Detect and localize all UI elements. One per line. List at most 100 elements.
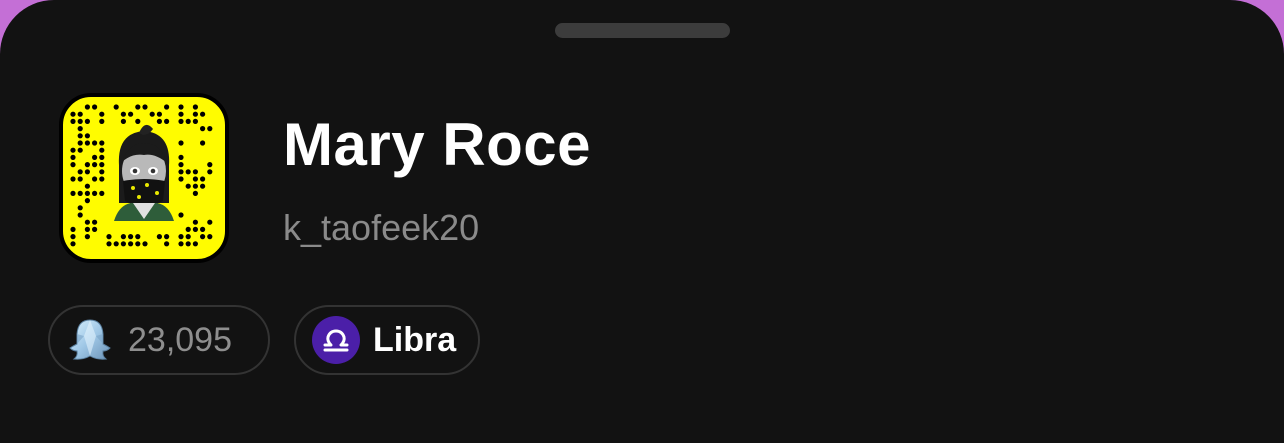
snapcode-dot (185, 234, 191, 240)
snapcode-dot (84, 104, 90, 110)
snapcode-dot (92, 162, 98, 168)
snapcode-dot (84, 219, 90, 225)
snapcode-dot (113, 241, 119, 247)
snapcode-dot (99, 118, 105, 124)
snapcode-dot (192, 219, 198, 225)
snapcode-dot (192, 111, 198, 117)
snapcode-dot (192, 241, 198, 247)
snapcode-dot (185, 183, 191, 189)
snapcode-dot (70, 162, 76, 168)
snapcode-dot (70, 226, 76, 232)
snapcode-dot (84, 162, 90, 168)
snapcode-dot (77, 169, 83, 175)
snap-score-value: 23,095 (128, 320, 232, 359)
snapcode-dot (77, 140, 83, 146)
snapcode-dot (106, 241, 112, 247)
snapcode-dot (142, 241, 148, 247)
profile-username[interactable]: k_taofeek20 (283, 207, 479, 249)
snapcode-dot (99, 140, 105, 146)
snapcode-dot (149, 111, 155, 117)
snapcode-dot (92, 219, 98, 225)
snapcode-dot (99, 162, 105, 168)
snapcode-dot (99, 111, 105, 117)
snapcode-dot (135, 241, 141, 247)
snap-score-badge[interactable]: 23,095 (48, 305, 270, 375)
snapcode-dot (200, 111, 206, 117)
snapcode-dot (135, 234, 141, 240)
snapcode-dot (178, 162, 184, 168)
snapcode-dot (128, 241, 134, 247)
sheet-grabber-handle[interactable] (555, 23, 730, 38)
snapcode-dot (185, 226, 191, 232)
snapcode-dot (99, 147, 105, 153)
snapcode-dot (84, 234, 90, 240)
snapcode-dot (156, 118, 162, 124)
snapcode-dot (185, 169, 191, 175)
zodiac-badge[interactable]: Libra (294, 305, 480, 375)
snapcode-dot (70, 176, 76, 182)
snapcode-dot (77, 212, 83, 218)
snapcode-dot (164, 104, 170, 110)
snapcode-dot (84, 198, 90, 204)
snapcode-dot (92, 104, 98, 110)
snapcode-dot (77, 176, 83, 182)
snapcode-dot (135, 104, 141, 110)
snapcode-dot (70, 147, 76, 153)
snapcode-dot (84, 169, 90, 175)
snapcode-dot (164, 234, 170, 240)
profile-sheet: Mary Roce k_taofeek20 23,095 Libra (0, 0, 1284, 443)
snapcode-dot (178, 111, 184, 117)
snapcode-dot (192, 104, 198, 110)
snapcode-dot (178, 140, 184, 146)
snapcode-dot (70, 118, 76, 124)
snapcode-dot (178, 241, 184, 247)
snapcode-dot (192, 118, 198, 124)
snapcode-dot (135, 118, 141, 124)
snapcode-dot (192, 176, 198, 182)
snapcode-dot (164, 118, 170, 124)
snapcode-dot (113, 104, 119, 110)
snapcode-dot (207, 219, 213, 225)
snapcode-dot (178, 154, 184, 160)
snapcode-dot (70, 111, 76, 117)
snapcode-bitmoji-icon[interactable] (59, 93, 229, 263)
profile-display-name: Mary Roce (283, 111, 591, 178)
snapcode-dot (92, 226, 98, 232)
snapcode-dot (92, 176, 98, 182)
snapcode-dot (178, 212, 184, 218)
snapcode-dot (200, 126, 206, 132)
snapcode-dot (84, 183, 90, 189)
snapcode-dot (92, 154, 98, 160)
snapcode-dot (164, 241, 170, 247)
snap-score-ghost-icon (66, 316, 114, 364)
snapcode-dot (99, 176, 105, 182)
snapcode-dot (185, 241, 191, 247)
snapcode-dot (84, 190, 90, 196)
snapcode-dot (92, 140, 98, 146)
snapcode-dot (84, 133, 90, 139)
zodiac-label: Libra (373, 320, 457, 359)
snapcode-dot (70, 154, 76, 160)
snapcode-dot (84, 140, 90, 146)
snapcode-dot (77, 133, 83, 139)
snapcode-dot (92, 190, 98, 196)
snapcode-dot (99, 169, 105, 175)
snapcode-dot (207, 234, 213, 240)
snapcode-dot (120, 118, 126, 124)
snapcode-dot (192, 169, 198, 175)
snapcode-dot (77, 190, 83, 196)
snapcode-dot (128, 111, 134, 117)
snapcode-dot (207, 162, 213, 168)
snapcode-dot (106, 234, 112, 240)
snapcode-dot (77, 205, 83, 211)
snapcode-dot (120, 111, 126, 117)
snapcode-dot (192, 190, 198, 196)
snapcode-dot (70, 241, 76, 247)
snapcode-dot (178, 234, 184, 240)
snapcode-dot (120, 241, 126, 247)
snapcode-dot (178, 118, 184, 124)
snapcode-dot (207, 126, 213, 132)
snapcode-dot (185, 118, 191, 124)
snapcode-dot (77, 111, 83, 117)
snapcode-dot (200, 140, 206, 146)
